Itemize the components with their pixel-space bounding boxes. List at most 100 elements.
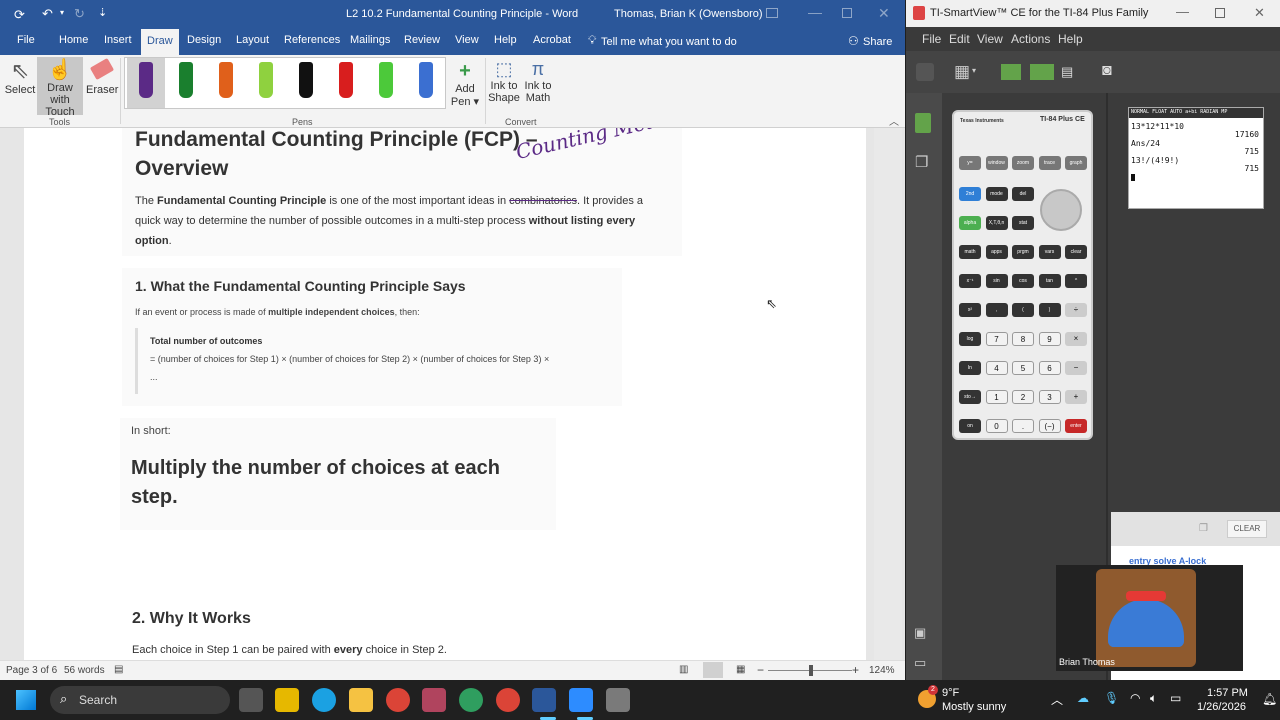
start-icon[interactable] bbox=[16, 690, 36, 710]
pen-1[interactable] bbox=[179, 62, 193, 98]
calc-key[interactable]: cos bbox=[1012, 274, 1034, 288]
tab-references[interactable]: References bbox=[284, 34, 340, 46]
ribbon-display-icon[interactable] bbox=[766, 8, 778, 18]
ti-maximize-icon[interactable] bbox=[1215, 8, 1225, 18]
calc-key[interactable]: (−) bbox=[1038, 419, 1061, 433]
notifications-icon[interactable]: 🔔︎ bbox=[1262, 692, 1277, 706]
word-icon[interactable] bbox=[532, 688, 556, 712]
user-name[interactable]: Thomas, Brian K (Owensboro) bbox=[614, 8, 763, 20]
ti-layout-icon[interactable]: ▤ bbox=[1061, 64, 1073, 80]
onedrive-icon[interactable]: ☁ bbox=[1077, 691, 1089, 705]
ti-minimize-icon[interactable]: — bbox=[1176, 4, 1189, 19]
collapse-ribbon-icon[interactable]: ︿ bbox=[889, 113, 899, 128]
minimize-icon[interactable]: — bbox=[808, 4, 822, 20]
undo-icon[interactable]: ↶ bbox=[42, 6, 53, 22]
ti-copy-icon[interactable]: ❐ bbox=[1199, 523, 1208, 534]
tab-design[interactable]: Design bbox=[187, 34, 221, 46]
calc-key[interactable]: graph bbox=[1065, 156, 1087, 170]
redo-icon[interactable]: ↻ bbox=[74, 6, 85, 22]
calc-key[interactable]: apps bbox=[985, 245, 1008, 259]
calc-key[interactable]: sto→ bbox=[959, 390, 981, 404]
calc-key[interactable]: 2nd bbox=[959, 187, 981, 201]
calc-key[interactable]: x² bbox=[959, 303, 981, 317]
calc-key[interactable]: 5 bbox=[1012, 361, 1034, 375]
calc-key[interactable]: 9 bbox=[1038, 332, 1061, 346]
close-icon[interactable]: ✕ bbox=[878, 5, 890, 22]
ti-panel2-icon[interactable]: ▭ bbox=[914, 655, 926, 671]
calc-key[interactable]: del bbox=[1012, 187, 1034, 201]
tray-overflow-icon[interactable]: ︿ bbox=[1051, 691, 1063, 708]
web-layout-icon[interactable]: ▦ bbox=[736, 664, 745, 675]
wifi-icon[interactable]: ◠ bbox=[1130, 691, 1140, 705]
read-mode-icon[interactable]: ▥ bbox=[679, 664, 688, 675]
proofing-icon[interactable]: ▤ bbox=[114, 664, 123, 675]
zoom-slider-thumb[interactable] bbox=[809, 665, 813, 676]
word-count[interactable]: 56 words bbox=[64, 665, 105, 676]
autosave-icon[interactable]: ⟳ bbox=[14, 7, 25, 23]
calc-key[interactable]: window bbox=[985, 156, 1008, 170]
ti-calculator-view-icon[interactable] bbox=[915, 113, 931, 133]
draw-with-touch-button[interactable]: ☝ Draw with Touch bbox=[37, 57, 83, 118]
calc-key[interactable]: enter bbox=[1065, 419, 1087, 433]
edge-icon[interactable] bbox=[312, 688, 336, 712]
pen-5[interactable] bbox=[339, 62, 353, 98]
clock-time[interactable]: 1:57 PM bbox=[1207, 687, 1248, 699]
battery-icon[interactable]: ▭ bbox=[1170, 691, 1181, 705]
ti-menu-file[interactable]: File bbox=[922, 32, 941, 46]
clock-date[interactable]: 1/26/2026 bbox=[1197, 701, 1246, 713]
pen-6[interactable] bbox=[379, 62, 393, 98]
pen-7[interactable] bbox=[419, 62, 433, 98]
pen-3[interactable] bbox=[259, 62, 273, 98]
ti-connect-icon[interactable] bbox=[916, 63, 934, 81]
calc-key[interactable]: . bbox=[1012, 419, 1034, 433]
calc-key[interactable]: zoom bbox=[1012, 156, 1034, 170]
calc-key[interactable]: ) bbox=[1038, 303, 1061, 317]
tab-mailings[interactable]: Mailings bbox=[350, 34, 390, 46]
calc-key[interactable]: on bbox=[959, 419, 981, 433]
onbase-icon[interactable] bbox=[459, 688, 483, 712]
ti-menu-edit[interactable]: Edit bbox=[949, 32, 970, 46]
calc-key[interactable]: clear bbox=[1065, 245, 1087, 259]
ti-clear-button[interactable]: CLEAR bbox=[1227, 520, 1267, 538]
calc-key[interactable]: ln bbox=[959, 361, 981, 375]
calc-key[interactable]: ^ bbox=[1065, 274, 1087, 288]
calc-key[interactable]: 0 bbox=[985, 419, 1008, 433]
tell-me-search[interactable]: Tell me what you want to do bbox=[601, 36, 737, 48]
tab-layout[interactable]: Layout bbox=[236, 34, 269, 46]
calc-key[interactable]: ÷ bbox=[1065, 303, 1087, 317]
calc-key[interactable]: x⁻¹ bbox=[959, 274, 981, 288]
ti-close-icon[interactable]: ✕ bbox=[1254, 5, 1265, 21]
tab-view[interactable]: View bbox=[455, 34, 479, 46]
calc-key[interactable]: log bbox=[959, 332, 981, 346]
tab-home[interactable]: Home bbox=[59, 34, 88, 46]
tab-review[interactable]: Review bbox=[404, 34, 440, 46]
calc-key[interactable]: 2 bbox=[1012, 390, 1034, 404]
ti-emulator-icon[interactable] bbox=[1030, 64, 1054, 80]
select-tool[interactable]: ⇖ Select bbox=[4, 58, 36, 102]
zoom-in-icon[interactable]: + bbox=[852, 663, 859, 677]
undo-dropdown-icon[interactable]: ▾ bbox=[60, 8, 64, 17]
zoom-level[interactable]: 124% bbox=[869, 665, 895, 676]
calc-key[interactable]: 3 bbox=[1038, 390, 1061, 404]
calc-key[interactable]: y= bbox=[959, 156, 981, 170]
pen-2[interactable] bbox=[219, 62, 233, 98]
chevron-down-icon[interactable]: ▾ bbox=[972, 66, 976, 75]
weather-desc[interactable]: Mostly sunny bbox=[942, 701, 1006, 713]
vertical-scrollbar[interactable] bbox=[874, 128, 902, 660]
ti-send-icon[interactable] bbox=[1001, 64, 1021, 80]
calc-key[interactable]: + bbox=[1065, 390, 1087, 404]
customize-qat-icon[interactable]: ⇣ bbox=[98, 6, 107, 19]
tab-draw[interactable]: Draw bbox=[141, 29, 179, 55]
ti-menu-help[interactable]: Help bbox=[1058, 32, 1083, 46]
ti-panel-icon[interactable]: ▣ bbox=[914, 625, 926, 641]
microphone-icon[interactable]: 🎙︎ bbox=[1104, 691, 1119, 705]
ink-to-shape-button[interactable]: ⬚ Ink to Shape bbox=[488, 59, 520, 104]
ti-calculator-menu-icon[interactable]: ▦ bbox=[954, 62, 970, 82]
ti-smartview-taskbar-icon[interactable] bbox=[606, 688, 630, 712]
file-explorer-icon[interactable] bbox=[349, 688, 373, 712]
calc-key[interactable]: sin bbox=[985, 274, 1008, 288]
tab-insert[interactable]: Insert bbox=[104, 34, 132, 46]
calc-key[interactable]: vars bbox=[1038, 245, 1061, 259]
calc-key[interactable]: tan bbox=[1038, 274, 1061, 288]
ink-to-math-button[interactable]: π Ink to Math bbox=[522, 59, 554, 104]
